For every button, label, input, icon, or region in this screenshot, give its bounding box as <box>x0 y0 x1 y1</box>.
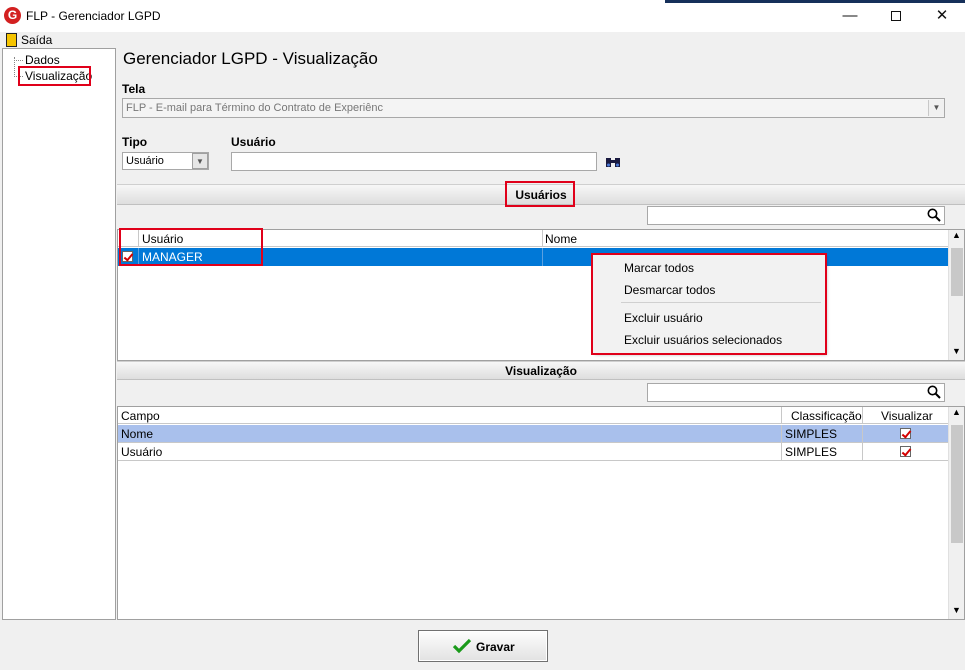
column-header-campo[interactable]: Campo <box>121 409 160 423</box>
title-bar: G FLP - Gerenciador LGPD — ✕ <box>0 0 965 32</box>
row-classification-cell: SIMPLES <box>785 427 838 441</box>
highlight-box <box>18 66 91 86</box>
column-header-visualizar[interactable]: Visualizar <box>881 409 933 423</box>
view-grid: Campo Classificação Visualizar Nome SIMP… <box>117 406 965 620</box>
tipo-select-value: Usuário <box>126 155 164 167</box>
scroll-up-icon[interactable]: ▲ <box>949 407 964 421</box>
view-grid-scrollbar[interactable]: ▲ ▼ <box>948 407 964 619</box>
tela-select-value: FLP - E-mail para Término do Contrato de… <box>126 102 383 114</box>
usuario-label: Usuário <box>231 135 276 149</box>
users-grid-scrollbar[interactable]: ▲ ▼ <box>948 230 964 360</box>
maximize-button[interactable] <box>873 0 919 32</box>
checkmark-icon <box>452 638 472 657</box>
column-header-classificacao[interactable]: Classificação <box>791 409 862 423</box>
search-icon[interactable] <box>927 208 941 225</box>
scroll-down-icon[interactable]: ▼ <box>949 605 964 619</box>
minimize-button[interactable]: — <box>827 0 873 32</box>
binoculars-search-icon[interactable] <box>605 155 621 169</box>
usuario-input[interactable] <box>231 152 597 171</box>
row-visualize-checkbox[interactable] <box>900 446 911 457</box>
view-section-title: Visualização <box>505 364 577 378</box>
scroll-thumb[interactable] <box>951 248 963 296</box>
users-search-input[interactable] <box>647 206 945 225</box>
highlight-box <box>591 253 827 355</box>
row-classification-cell: SIMPLES <box>785 445 838 459</box>
scroll-thumb[interactable] <box>951 425 963 543</box>
row-field-cell: Nome <box>121 427 154 441</box>
app-logo-icon: G <box>4 7 21 24</box>
chevron-down-icon[interactable]: ▼ <box>928 100 944 116</box>
minimize-icon: — <box>842 7 858 24</box>
chevron-down-icon[interactable]: ▼ <box>192 153 208 169</box>
column-header-nome[interactable]: Nome <box>545 232 577 246</box>
view-section-bar: Visualização <box>117 361 965 380</box>
tree-item-dados[interactable]: Dados <box>25 53 60 67</box>
highlight-box <box>119 228 263 266</box>
tipo-select[interactable]: Usuário ▼ <box>122 152 209 170</box>
close-button[interactable]: ✕ <box>919 0 965 32</box>
view-search-input[interactable] <box>647 383 945 402</box>
save-button[interactable]: Gravar <box>418 630 548 662</box>
table-row[interactable]: Nome SIMPLES <box>118 425 948 443</box>
tree-connector <box>14 60 23 61</box>
navigation-tree: Dados Visualização <box>2 48 116 620</box>
view-grid-header: Campo Classificação Visualizar <box>118 407 948 424</box>
tela-label: Tela <box>122 82 146 96</box>
row-field-cell: Usuário <box>121 445 163 459</box>
close-icon: ✕ <box>935 7 949 24</box>
scroll-up-icon[interactable]: ▲ <box>949 230 964 244</box>
window-title: FLP - Gerenciador LGPD <box>26 9 161 23</box>
exit-door-icon <box>6 33 17 47</box>
menu-bar: Saída <box>0 32 965 48</box>
table-row[interactable]: Usuário SIMPLES <box>118 443 948 461</box>
tipo-label: Tipo <box>122 135 148 149</box>
maximize-icon <box>891 11 901 22</box>
exit-label: Saída <box>21 33 53 47</box>
exit-menu-item[interactable]: Saída <box>2 32 52 48</box>
row-visualize-checkbox[interactable] <box>900 428 911 439</box>
highlight-box <box>505 181 575 207</box>
tela-select[interactable]: FLP - E-mail para Término do Contrato de… <box>122 98 945 118</box>
page-title: Gerenciador LGPD - Visualização <box>123 49 378 68</box>
scroll-down-icon[interactable]: ▼ <box>949 346 964 360</box>
search-icon[interactable] <box>927 385 941 402</box>
save-button-label: Gravar <box>476 640 515 654</box>
